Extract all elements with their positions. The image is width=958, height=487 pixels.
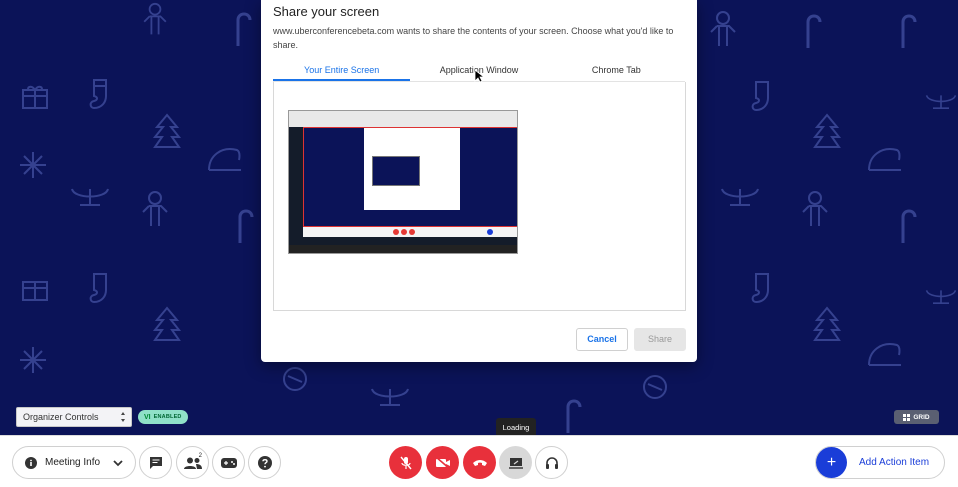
headphones-icon — [545, 456, 558, 469]
thumbnail-dialog — [364, 128, 460, 210]
audio-settings-button[interactable] — [535, 446, 568, 479]
snowflake-icon — [20, 347, 46, 373]
candy-cane-icon — [901, 209, 917, 243]
tree-icon — [152, 113, 182, 148]
camera-off-icon — [434, 456, 451, 469]
menorah-icon — [71, 188, 109, 206]
gift-icon — [22, 281, 48, 301]
candy-cane-icon — [901, 14, 917, 48]
video-off-button[interactable] — [426, 446, 459, 479]
menorah-icon — [721, 188, 759, 206]
thumbnail-nested-screen — [372, 156, 420, 186]
menorah-icon — [371, 388, 409, 406]
grid-icon — [903, 413, 911, 421]
hat-icon — [868, 148, 901, 171]
hang-up-button[interactable] — [463, 446, 496, 479]
chat-button[interactable] — [139, 446, 172, 479]
add-action-item-button[interactable]: + Add Action Item — [815, 446, 945, 479]
thumbnail-taskbar — [289, 245, 517, 253]
organizer-controls-select[interactable]: Organizer Controls — [16, 407, 132, 427]
candy-cane-icon — [238, 209, 254, 243]
menorah-icon — [925, 94, 957, 109]
share-screen-dialog: Share your screen www.uberconferencebeta… — [261, 0, 697, 362]
stocking-icon — [751, 273, 769, 304]
plus-icon: + — [816, 447, 847, 478]
gingerbread-icon — [143, 2, 167, 35]
hat-icon — [208, 148, 241, 171]
mute-microphone-button[interactable] — [389, 446, 422, 479]
gingerbread-icon — [142, 191, 168, 226]
meeting-info-label: Meeting Info — [45, 457, 101, 468]
chat-icon — [149, 456, 162, 469]
add-action-item-label: Add Action Item — [859, 457, 930, 468]
screen-thumbnail[interactable] — [288, 110, 518, 254]
gingerbread-icon — [710, 11, 736, 46]
tab-chrome-tab[interactable]: Chrome Tab — [548, 60, 685, 81]
gift-icon — [22, 85, 48, 109]
vi-enabled-badge: VI ENABLED — [138, 410, 188, 424]
gamepad-icon — [220, 457, 237, 468]
candy-cane-icon — [806, 14, 822, 48]
stocking-icon — [751, 81, 769, 112]
grid-label: GRID — [913, 413, 930, 421]
participants-count: 2 — [198, 453, 202, 459]
games-button[interactable] — [212, 446, 245, 479]
phone-hangup-icon — [472, 459, 487, 466]
bottom-toolbar: Meeting Info 2 + Add Action Item — [0, 435, 958, 487]
thumbnail-blue-button — [487, 229, 493, 235]
help-icon — [257, 455, 272, 470]
help-button[interactable] — [248, 446, 281, 479]
tab-entire-screen[interactable]: Your Entire Screen — [273, 60, 411, 81]
tree-icon — [812, 113, 842, 148]
hat-icon — [868, 343, 901, 366]
stocking-icon — [89, 273, 107, 304]
thumbnail-red-button — [409, 229, 415, 235]
meeting-info-button[interactable]: Meeting Info — [12, 446, 136, 479]
snowflake-icon — [20, 152, 46, 178]
badge-text: ENABLED — [153, 414, 182, 420]
share-button[interactable]: Share — [634, 328, 686, 351]
dialog-description: www.uberconferencebeta.com wants to shar… — [273, 26, 674, 50]
organizer-controls-value: Organizer Controls — [23, 412, 99, 422]
candy-cane-icon — [236, 12, 252, 46]
screen-share-icon — [508, 457, 523, 469]
cancel-button[interactable]: Cancel — [576, 328, 628, 351]
grid-view-button[interactable]: GRID — [894, 410, 939, 424]
mouse-cursor-icon — [474, 69, 484, 83]
tree-icon — [812, 306, 842, 341]
ornament-icon — [283, 367, 307, 391]
ornament-icon — [643, 375, 667, 399]
thumbnail-red-button — [401, 229, 407, 235]
badge-prefix: VI — [144, 413, 151, 421]
candy-cane-icon — [566, 399, 582, 433]
share-screen-button[interactable] — [499, 446, 532, 479]
thumbnail-app-area — [303, 127, 517, 227]
gingerbread-icon — [802, 191, 828, 226]
tree-icon — [152, 306, 182, 341]
select-arrows-icon — [121, 412, 125, 422]
thumbnail-red-button — [393, 229, 399, 235]
info-icon — [25, 456, 37, 469]
dialog-title: Share your screen — [273, 4, 380, 19]
microphone-off-icon — [399, 456, 412, 469]
participants-button[interactable]: 2 — [176, 446, 209, 479]
chevron-down-icon — [113, 460, 123, 467]
menorah-icon — [925, 289, 957, 304]
stocking-icon — [89, 79, 107, 110]
thumbnail-browser-chrome — [289, 111, 517, 127]
screen-picker-panel — [273, 82, 686, 311]
